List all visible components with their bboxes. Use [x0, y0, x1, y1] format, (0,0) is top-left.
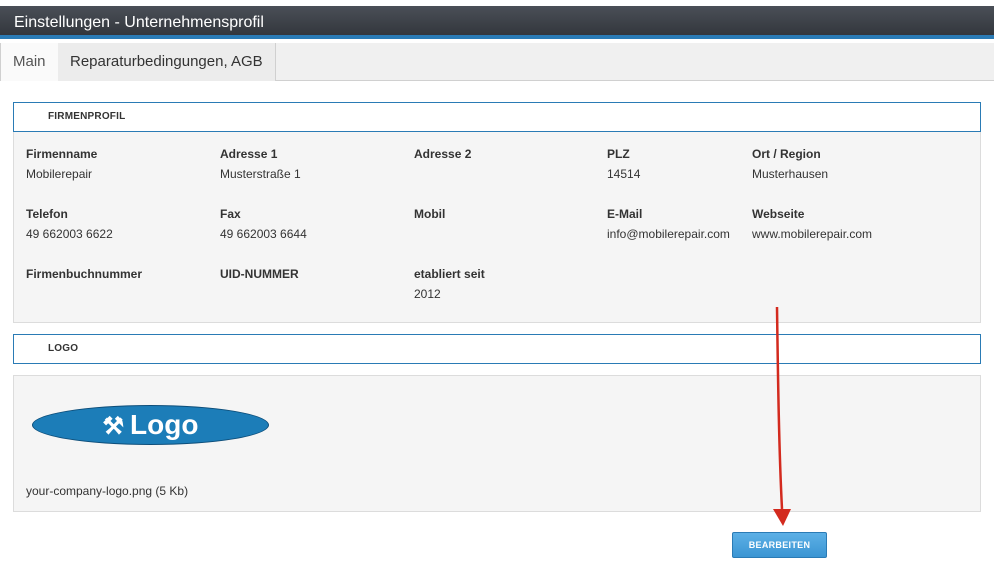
- field-value: [26, 287, 142, 303]
- field-plz: PLZ 14514: [607, 147, 640, 183]
- field-value: Musterhausen: [752, 167, 829, 181]
- field-value: info@mobilerepair.com: [607, 227, 730, 241]
- field-fax: Fax 49 662003 6644: [220, 207, 307, 243]
- logo-text: Logo: [130, 409, 199, 440]
- field-firmenname: Firmenname Mobilerepair: [26, 147, 97, 183]
- field-email: E-Mail info@mobilerepair.com: [607, 207, 730, 243]
- field-webseite: Webseite www.mobilerepair.com: [752, 207, 872, 243]
- field-label: Telefon: [26, 207, 68, 221]
- edit-button[interactable]: BEARBEITEN: [732, 532, 827, 558]
- field-adresse2: Adresse 2: [414, 147, 471, 183]
- field-value: 49 662003 6622: [26, 227, 113, 241]
- section-header-logo: LOGO: [13, 334, 981, 364]
- field-value: [220, 287, 299, 303]
- field-value: 2012: [414, 287, 441, 301]
- field-adresse1: Adresse 1 Musterstraße 1: [220, 147, 301, 183]
- field-value: Mobilerepair: [26, 167, 93, 181]
- field-value: [414, 227, 445, 243]
- firmenprofil-panel: Firmenname Mobilerepair Adresse 1 Muster…: [13, 132, 981, 323]
- field-label: PLZ: [607, 147, 630, 161]
- field-value: [414, 167, 471, 183]
- wrench-screwdriver-icon: ⚒: [102, 413, 125, 440]
- window-title: Einstellungen - Unternehmensprofil: [0, 6, 994, 39]
- field-label: UID-NUMMER: [220, 267, 299, 281]
- field-label: Adresse 1: [220, 147, 278, 161]
- field-value: Musterstraße 1: [220, 167, 301, 181]
- field-mobil: Mobil: [414, 207, 445, 243]
- field-telefon: Telefon 49 662003 6622: [26, 207, 113, 243]
- field-value: 14514: [607, 167, 641, 181]
- tab-reparaturbedingungen[interactable]: Reparaturbedingungen, AGB: [58, 43, 276, 81]
- tab-bar: Main Reparaturbedingungen, AGB: [0, 43, 994, 82]
- tab-main[interactable]: Main: [0, 43, 59, 82]
- logo-panel: ⚒ Logo your-company-logo.png (5 Kb): [13, 375, 981, 512]
- field-uid-nummer: UID-NUMMER: [220, 267, 299, 303]
- logo-file-info: your-company-logo.png (5 Kb): [26, 484, 189, 498]
- field-value: 49 662003 6644: [220, 227, 307, 241]
- field-label: E-Mail: [607, 207, 643, 221]
- field-label: Mobil: [414, 207, 446, 221]
- field-label: etabliert seit: [414, 267, 485, 281]
- field-label: Firmenname: [26, 147, 98, 161]
- field-label: Adresse 2: [414, 147, 472, 161]
- section-header-firmenprofil: FIRMENPROFIL: [13, 102, 981, 132]
- field-label: Ort / Region: [752, 147, 821, 161]
- field-etabliert-seit: etabliert seit 2012: [414, 267, 485, 303]
- field-firmenbuchnummer: Firmenbuchnummer: [26, 267, 142, 303]
- field-label: Firmenbuchnummer: [26, 267, 143, 281]
- field-label: Fax: [220, 207, 241, 221]
- field-value: www.mobilerepair.com: [752, 227, 873, 241]
- field-ort: Ort / Region Musterhausen: [752, 147, 828, 183]
- company-logo-image: ⚒ Logo: [32, 405, 269, 445]
- field-label: Webseite: [752, 207, 805, 221]
- main-content: FIRMENPROFIL Firmenname Mobilerepair Adr…: [0, 81, 994, 569]
